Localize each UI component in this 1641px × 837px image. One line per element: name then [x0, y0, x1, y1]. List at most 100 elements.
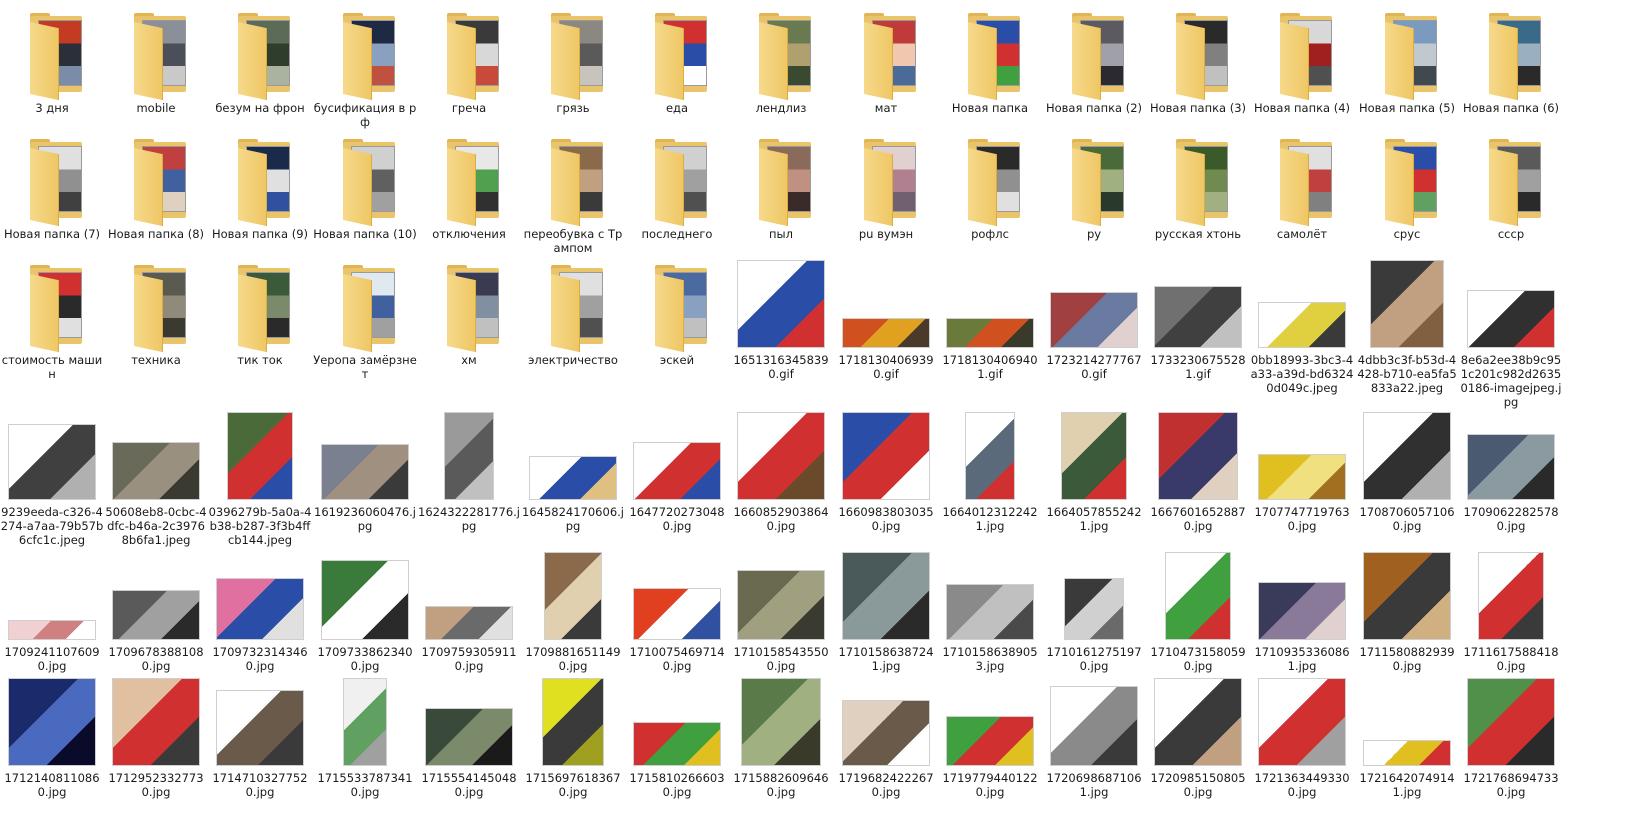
- folder-item[interactable]: Новая папка (9): [208, 126, 312, 258]
- image-file-item[interactable]: 1624322281776.jpg: [417, 404, 521, 536]
- image-thumbnail: [1355, 260, 1459, 348]
- folder-item[interactable]: пыл: [729, 126, 833, 258]
- folder-item[interactable]: Новая папка (7): [0, 126, 104, 258]
- folder-item[interactable]: ру: [1042, 126, 1146, 258]
- folder-item[interactable]: греча: [417, 0, 521, 132]
- image-file-item[interactable]: 8e6a2ee38b9c951c201c982d26350186-imagejp…: [1459, 252, 1563, 409]
- folder-item[interactable]: Новая папка (3): [1146, 0, 1250, 132]
- image-file-item[interactable]: 17129523327730.jpg: [104, 670, 208, 802]
- folder-item[interactable]: Новая папка (6): [1459, 0, 1563, 132]
- folder-item[interactable]: бусификация в рф: [313, 0, 417, 132]
- folder-item[interactable]: хм: [417, 252, 521, 384]
- image-thumbnail: [1355, 678, 1459, 766]
- image-file-item[interactable]: 17097338623400.jpg: [313, 544, 417, 676]
- folder-item[interactable]: самолёт: [1250, 126, 1354, 258]
- image-file-item[interactable]: 17213634493300.jpg: [1250, 670, 1354, 802]
- folder-item[interactable]: 3 дня: [0, 0, 104, 132]
- image-file-item[interactable]: 17087060571060.jpg: [1355, 404, 1459, 536]
- image-file-item[interactable]: 17092411076090.jpg: [0, 544, 104, 676]
- item-label: 17155337873410.jpg: [317, 771, 413, 799]
- image-file-item[interactable]: 0396279b-5a0a-4b38-b287-3f3b4ffcb144.jpe…: [208, 404, 312, 547]
- folder-item[interactable]: еда: [625, 0, 729, 132]
- image-file-item[interactable]: 16676016528870.jpg: [1146, 404, 1250, 536]
- image-file-item[interactable]: 17147103277520.jpg: [208, 670, 312, 802]
- item-label: 17101612751970.jpg: [1046, 645, 1142, 673]
- folder-item[interactable]: Новая папка (4): [1250, 0, 1354, 132]
- image-file-item[interactable]: 17181304069390.gif: [834, 252, 938, 384]
- image-file-item[interactable]: 17096783881080.jpg: [104, 544, 208, 676]
- image-file-item[interactable]: 17104731580590.jpg: [1146, 544, 1250, 676]
- image-file-item[interactable]: 17097593059110.jpg: [417, 544, 521, 676]
- image-file-item[interactable]: 17115808829390.jpg: [1355, 544, 1459, 676]
- image-file-item[interactable]: 17077477197630.jpg: [1250, 404, 1354, 536]
- folder-item[interactable]: техника: [104, 252, 208, 384]
- image-file-item[interactable]: 17181304069401.gif: [938, 252, 1042, 384]
- folder-item[interactable]: pu вумэн: [834, 126, 938, 258]
- image-file-item[interactable]: 17101586387241.jpg: [834, 544, 938, 676]
- image-file-item[interactable]: 17155337873410.jpg: [313, 670, 417, 802]
- image-file-item[interactable]: 17158102666030.jpg: [625, 670, 729, 802]
- image-file-item[interactable]: 50608eb8-0cbc-4dfc-b46a-2c39768b6fa1.jpe…: [104, 404, 208, 547]
- folder-item[interactable]: mobile: [104, 0, 208, 132]
- folder-item[interactable]: эскей: [625, 252, 729, 384]
- image-file-item[interactable]: 17116175884180.jpg: [1459, 544, 1563, 676]
- image-file-item[interactable]: 16513163458390.gif: [729, 252, 833, 384]
- image-file-item[interactable]: 17155541450480.jpg: [417, 670, 521, 802]
- folder-item[interactable]: электричество: [521, 252, 625, 384]
- folder-item[interactable]: отключения: [417, 126, 521, 258]
- image-file-item[interactable]: 17216420749141.jpg: [1355, 670, 1459, 802]
- image-file-item[interactable]: 16608529038640.jpg: [729, 404, 833, 536]
- image-file-item[interactable]: 17101586389053.jpg: [938, 544, 1042, 676]
- folder-item[interactable]: Новая папка (2): [1042, 0, 1146, 132]
- image-file-item[interactable]: 17206986871061.jpg: [1042, 670, 1146, 802]
- image-thumbnail: [1146, 412, 1250, 500]
- folder-item[interactable]: русская хтонь: [1146, 126, 1250, 258]
- folder-item[interactable]: грязь: [521, 0, 625, 132]
- image-file-item[interactable]: 17101612751970.jpg: [1042, 544, 1146, 676]
- image-file-item[interactable]: 17217686947330.jpg: [1459, 670, 1563, 802]
- folder-item[interactable]: рофлс: [938, 126, 1042, 258]
- image-file-item[interactable]: 1619236060476.jpg: [313, 404, 417, 536]
- folder-item[interactable]: Новая папка (8): [104, 126, 208, 258]
- folder-item[interactable]: безум на фрон: [208, 0, 312, 132]
- image-file-item[interactable]: 17332306755281.gif: [1146, 252, 1250, 384]
- folder-item[interactable]: мат: [834, 0, 938, 132]
- folder-item[interactable]: ссср: [1459, 126, 1563, 258]
- folder-item[interactable]: последнего: [625, 126, 729, 258]
- image-file-item[interactable]: 17197794401220.jpg: [938, 670, 1042, 802]
- folder-item[interactable]: Уеропа замёрзнет: [313, 252, 417, 384]
- image-file-item[interactable]: 16640123122421.jpg: [938, 404, 1042, 536]
- item-label: 9239eeda-c326-4274-a7aa-79b57b6cfc1c.jpe…: [0, 505, 104, 547]
- image-file-item[interactable]: 17156976183670.jpg: [521, 670, 625, 802]
- image-thumbnail: [938, 678, 1042, 766]
- item-label: 16513163458390.gif: [733, 353, 829, 381]
- folder-item[interactable]: тик ток: [208, 252, 312, 384]
- image-file-item[interactable]: 17101585435500.jpg: [729, 544, 833, 676]
- image-file-item[interactable]: 1645824170606.jpg: [521, 404, 625, 536]
- image-file-item[interactable]: 16609838030350.jpg: [834, 404, 938, 536]
- image-file-item[interactable]: 17121408110860.jpg: [0, 670, 104, 802]
- image-file-item[interactable]: 17100754697140.jpg: [625, 544, 729, 676]
- image-file-item[interactable]: 17109353360861.jpg: [1250, 544, 1354, 676]
- image-file-item[interactable]: 17090622825780.jpg: [1459, 404, 1563, 536]
- image-file-item[interactable]: 17232142777670.gif: [1042, 252, 1146, 384]
- image-file-item[interactable]: 4dbb3c3f-b53d-4428-b710-ea5fa5833a22.jpe…: [1355, 252, 1459, 395]
- image-file-item[interactable]: 16477202730480.jpg: [625, 404, 729, 536]
- image-file-item[interactable]: 0bb18993-3bc3-4a33-a39d-bd63240d049c.jpe…: [1250, 252, 1354, 395]
- image-file-item[interactable]: 17097323143460.jpg: [208, 544, 312, 676]
- item-label: греча: [451, 101, 487, 115]
- item-label: Новая папка (3): [1149, 101, 1247, 115]
- image-file-item[interactable]: 9239eeda-c326-4274-a7aa-79b57b6cfc1c.jpe…: [0, 404, 104, 547]
- folder-item[interactable]: Новая папка (5): [1355, 0, 1459, 132]
- folder-item[interactable]: переобувка с Трампом: [521, 126, 625, 258]
- folder-item[interactable]: Новая папка: [938, 0, 1042, 132]
- folder-item[interactable]: Новая папка (10): [313, 126, 417, 258]
- image-file-item[interactable]: 17098816511490.jpg: [521, 544, 625, 676]
- image-file-item[interactable]: 17209851508050.jpg: [1146, 670, 1250, 802]
- image-file-item[interactable]: 17196824222670.jpg: [834, 670, 938, 802]
- folder-item[interactable]: лендлиз: [729, 0, 833, 132]
- folder-item[interactable]: стоимость машин: [0, 252, 104, 384]
- image-file-item[interactable]: 16640578552421.jpg: [1042, 404, 1146, 536]
- folder-item[interactable]: срус: [1355, 126, 1459, 258]
- image-file-item[interactable]: 17158826096460.jpg: [729, 670, 833, 802]
